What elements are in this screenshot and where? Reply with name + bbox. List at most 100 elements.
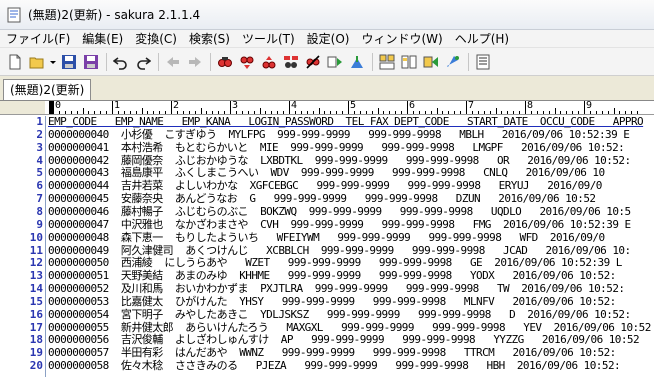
line-number: 16 xyxy=(29,307,43,321)
line-number: 3 xyxy=(36,140,43,154)
line-text: 0000000041 本村浩希 もとむらかいと MIE 999-999-9999… xyxy=(48,140,625,154)
line-number: 20 xyxy=(29,359,43,373)
ruler-tick xyxy=(224,111,226,114)
ruler-tick xyxy=(165,111,167,114)
ruler-tick xyxy=(613,108,615,114)
ruler-tick xyxy=(253,111,255,114)
tab-untitled-2[interactable]: (無題)2(更新) xyxy=(3,79,92,100)
save-icon xyxy=(62,54,76,69)
text-line[interactable]: 14 0000000052 及川和馬 おいかわかずま PXJTLRA 999-99… xyxy=(0,282,654,296)
save-all-button[interactable] xyxy=(80,51,102,73)
ruler-mark: 4 xyxy=(291,101,298,111)
compare-button[interactable] xyxy=(398,51,420,73)
find-next-button[interactable] xyxy=(236,51,258,73)
notepad-app-icon xyxy=(7,7,21,22)
find-button[interactable] xyxy=(214,51,236,73)
ruler-tick xyxy=(76,111,78,114)
toolbar-separator xyxy=(464,51,472,73)
text-line[interactable]: 7 0000000045 安藤奈央 あんどうなお G 999-999-9999 9… xyxy=(0,192,654,206)
line-text: 0000000054 宮下明子 みやしたあきこ YDLJSKSZ 999-999… xyxy=(48,307,631,321)
ruler-tick xyxy=(513,111,515,114)
toolbar-separator xyxy=(206,51,214,73)
ruler-tick xyxy=(283,111,285,114)
ruler-tick xyxy=(247,111,249,114)
grep-button[interactable] xyxy=(324,51,346,73)
find-next-icon xyxy=(240,56,254,69)
replace-button[interactable] xyxy=(280,51,302,73)
ruler-tick xyxy=(395,111,397,114)
undo-icon xyxy=(113,56,127,70)
settings-icon xyxy=(476,54,490,69)
text-line[interactable]: 2 0000000040 小杉優 こすぎゆう MYLFPG 999-999-999… xyxy=(0,127,654,142)
ruler-tick xyxy=(82,108,84,114)
ruler-tick xyxy=(129,111,131,114)
text-line[interactable]: 8 0000000046 藤村暢子 ふじむらのぶこ BOKZWQ 999-999-… xyxy=(0,205,654,219)
line-number: 14 xyxy=(29,282,43,296)
ruler-mark: 7 xyxy=(468,101,475,111)
ruler-tick xyxy=(353,111,355,114)
jump-button[interactable] xyxy=(346,51,368,73)
menu-settings[interactable]: 設定(O) xyxy=(301,30,356,48)
grep-icon xyxy=(327,56,342,67)
ruler-tick xyxy=(312,111,314,114)
open-file-button[interactable] xyxy=(26,51,48,73)
back-button[interactable] xyxy=(162,51,184,73)
arrow-right-icon xyxy=(189,56,201,67)
text-line[interactable]: 10 0000000048 森下恵一 もりしたよういち WFEIYWM 999-9… xyxy=(0,230,654,245)
ruler-tick xyxy=(147,111,149,114)
line-text: 0000000052 及川和馬 おいかわかずま PXJTLRA 999-999-… xyxy=(48,282,625,296)
ruler-tick xyxy=(58,111,60,114)
title-bar: (無題)2(更新) - sakura 2.1.1.4 xyxy=(0,0,654,30)
ruler-tick xyxy=(200,108,202,114)
ruler-tick xyxy=(241,111,243,114)
text-line[interactable]: 16 0000000054 宮下明子 みやしたあきこ YDLJSKSZ 999-9… xyxy=(0,307,654,322)
clear-highlight-button[interactable] xyxy=(302,51,324,73)
text-line[interactable]: 3 0000000041 本村浩希 もとむらかいと MIE 999-999-999… xyxy=(0,140,654,155)
redo-button[interactable] xyxy=(132,51,154,73)
window-title: (無題)2(更新) - sakura 2.1.1.4 xyxy=(28,8,201,22)
text-line[interactable]: 1 EMP_CODE EMP_NAME EMP_KANA LOGIN_PASSWO… xyxy=(0,116,654,129)
ruler-tick xyxy=(554,108,556,114)
menu-search[interactable]: 検索(S) xyxy=(183,30,236,48)
menu-edit[interactable]: 編集(E) xyxy=(76,30,129,48)
line-text: 0000000040 小杉優 こすぎゆう MYLFPG 999-999-9999… xyxy=(48,127,630,141)
toolbar-separator xyxy=(102,51,110,73)
outline-button[interactable] xyxy=(376,51,398,73)
text-line[interactable]: 15 0000000053 比嘉健太 ひがけんた YHSY 999-999-999… xyxy=(0,295,654,309)
menu-file[interactable]: ファイル(F) xyxy=(0,30,76,48)
text-editor[interactable]: 0 1 2 3 4 5 6 7 8 9 1 EMP_CODE EMP_NAME E… xyxy=(0,100,654,377)
ruler-tick xyxy=(601,111,603,114)
menu-tools[interactable]: ツール(T) xyxy=(236,30,301,48)
ruler-mark: 3 xyxy=(232,101,239,111)
new-file-button[interactable] xyxy=(4,51,26,73)
tag-jump-button[interactable] xyxy=(420,51,442,73)
ruler-tick xyxy=(519,111,521,114)
ruler-tick xyxy=(330,111,332,114)
undo-button[interactable] xyxy=(110,51,132,73)
line-text: 0000000058 佐々木稔 ささきみのる PJEZA 999-999-999… xyxy=(48,359,621,373)
menu-help[interactable]: ヘルプ(H) xyxy=(449,30,515,48)
ruler-tick xyxy=(135,111,137,114)
ruler-tick xyxy=(377,108,379,114)
bookmark-button[interactable] xyxy=(442,51,464,73)
line-text: 0000000048 森下恵一 もりしたよういち WFEIYWM 999-999… xyxy=(48,230,605,244)
ruler-tick xyxy=(371,111,373,114)
menu-convert[interactable]: 変換(C) xyxy=(129,30,183,48)
redo-icon xyxy=(137,56,151,70)
settings-button[interactable] xyxy=(472,51,494,73)
ruler-tick xyxy=(471,111,473,114)
forward-button[interactable] xyxy=(184,51,206,73)
ruler-tick xyxy=(619,111,621,114)
ruler-tick xyxy=(88,111,90,114)
find-prev-button[interactable] xyxy=(258,51,280,73)
menu-window[interactable]: ウィンドウ(W) xyxy=(355,30,448,48)
save-button[interactable] xyxy=(58,51,80,73)
editor-lines[interactable]: 1 EMP_CODE EMP_NAME EMP_KANA LOGIN_PASSWO… xyxy=(0,116,654,377)
ruler-mark: 1 xyxy=(114,101,121,111)
open-dropdown-button[interactable] xyxy=(48,51,58,73)
ruler-tick xyxy=(176,111,178,114)
ruler-tick xyxy=(584,101,585,114)
text-line[interactable]: 20 0000000058 佐々木稔 ささきみのる PJEZA 999-999-9… xyxy=(0,359,654,373)
text-line[interactable]: 9 0000000047 中沢雅也 なかざわまさや CVH 999-999-999… xyxy=(0,218,654,232)
dropdown-arrow-icon xyxy=(50,60,56,64)
